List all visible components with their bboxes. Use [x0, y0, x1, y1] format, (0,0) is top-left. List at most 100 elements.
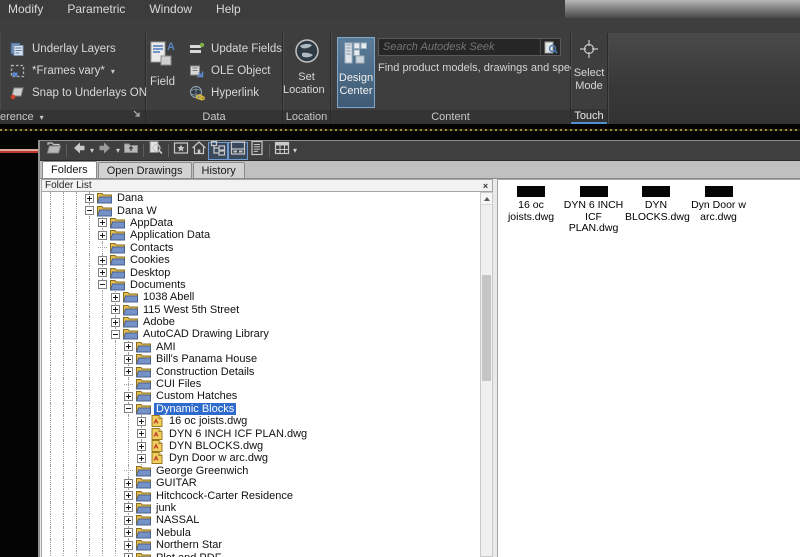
tree-item[interactable]: Documents — [42, 278, 480, 292]
expand-icon[interactable] — [111, 305, 120, 315]
ole-object-button[interactable]: OLE Object — [179, 60, 282, 82]
chevron-down-icon[interactable]: ▾ — [114, 146, 122, 155]
content-item[interactable]: DYN 6 INCH ICF PLAN.dwg — [563, 186, 625, 235]
expand-icon[interactable] — [124, 478, 133, 488]
content-item[interactable]: 16 oc joists.dwg — [500, 186, 562, 223]
tree-item[interactable]: Nebula — [42, 526, 480, 539]
expand-icon[interactable] — [137, 453, 146, 463]
menu-item-parametric[interactable]: Parametric — [67, 2, 139, 16]
tree-item[interactable]: Dynamic Blocks — [42, 402, 480, 416]
tree-item[interactable]: Construction Details — [42, 365, 480, 378]
expand-icon[interactable] — [98, 268, 107, 278]
chevron-down-icon[interactable]: ▾ — [88, 146, 96, 155]
favorites-button[interactable] — [172, 142, 190, 160]
panel-reference-label[interactable]: erence ▾ — [0, 110, 145, 124]
expand-icon[interactable] — [124, 503, 133, 513]
underlay-layers-button[interactable]: Underlay Layers — [0, 38, 145, 60]
tree-item[interactable]: DYN BLOCKS.dwg — [42, 439, 480, 453]
expand-icon[interactable] — [124, 553, 133, 557]
tree-item[interactable]: Northern Star — [42, 538, 480, 552]
frames-vary-button[interactable]: *Frames vary* ▾ — [0, 60, 145, 82]
tree-item[interactable]: Adobe — [42, 315, 480, 329]
expand-icon[interactable] — [98, 255, 107, 265]
tree-item[interactable]: Application Data — [42, 229, 480, 242]
menu-item-help[interactable]: Help — [216, 2, 255, 16]
expand-icon[interactable] — [124, 342, 133, 352]
tree-item[interactable]: CUI Files — [42, 377, 480, 391]
expand-icon[interactable] — [137, 416, 146, 426]
expand-icon[interactable] — [111, 292, 120, 302]
tree-item[interactable]: Hitchcock-Carter Residence — [42, 489, 480, 502]
design-center-button[interactable]: Design Center — [337, 37, 375, 108]
description-button[interactable] — [248, 140, 266, 160]
views-button[interactable] — [273, 141, 291, 160]
search-input[interactable] — [379, 41, 540, 53]
menu-item-window[interactable]: Window — [149, 2, 206, 16]
seek-search-button[interactable] — [540, 39, 560, 55]
tree-item[interactable]: Plot and PDF — [42, 551, 480, 557]
load-button[interactable] — [45, 142, 63, 160]
tree-item[interactable]: AutoCAD Drawing Library — [42, 328, 480, 341]
content-item[interactable]: DYN BLOCKS.dwg — [625, 186, 690, 223]
expand-icon[interactable] — [124, 354, 133, 364]
tree-item[interactable]: Bill's Panama House — [42, 353, 480, 366]
tree-item[interactable]: 16 oc joists.dwg — [42, 415, 480, 428]
tree-item[interactable]: Contacts — [42, 241, 480, 254]
tree-item[interactable]: 1038 Abell — [42, 291, 480, 304]
up-button[interactable] — [122, 142, 140, 160]
tree-item[interactable]: NASSAL — [42, 514, 480, 527]
close-icon[interactable]: × — [480, 181, 491, 191]
collapse-icon[interactable] — [85, 206, 94, 216]
tree-item[interactable]: DYN 6 INCH ICF PLAN.dwg — [42, 427, 480, 440]
scrollbar-thumb[interactable] — [482, 275, 491, 381]
search-button[interactable] — [147, 141, 165, 160]
tab-open-drawings[interactable]: Open Drawings — [97, 162, 192, 178]
hyperlink-button[interactable]: Hyperlink — [179, 82, 282, 104]
tree-item[interactable]: Custom Hatches — [42, 390, 480, 403]
expand-icon[interactable] — [98, 218, 107, 228]
tree-scrollbar[interactable] — [480, 192, 493, 557]
back-button[interactable] — [70, 142, 88, 160]
forward-button[interactable] — [96, 142, 114, 160]
tree-item[interactable]: Dyn Door w arc.dwg — [42, 452, 480, 465]
tree-item[interactable]: Desktop — [42, 266, 480, 279]
snap-to-underlays-on-button[interactable]: Snap to Underlays ON▾ — [0, 82, 157, 104]
tree-item[interactable]: AppData — [42, 216, 480, 230]
preview-button[interactable] — [228, 141, 249, 160]
expand-icon[interactable] — [137, 441, 146, 451]
tree-item[interactable]: Cookies — [42, 253, 480, 267]
tree-item[interactable]: 115 West 5th Street — [42, 303, 480, 316]
tree-item[interactable]: George Greenwich — [42, 464, 480, 477]
collapse-icon[interactable] — [124, 404, 133, 414]
expand-icon[interactable] — [124, 491, 133, 501]
select-mode-button[interactable]: Select Mode — [571, 33, 607, 93]
tab-folders[interactable]: Folders — [42, 161, 97, 178]
set-location-button[interactable]: Set Location▾ — [283, 33, 335, 97]
expand-icon[interactable] — [98, 230, 107, 240]
tree-item[interactable]: junk — [42, 501, 480, 515]
expand-icon[interactable] — [124, 391, 133, 401]
collapse-icon[interactable] — [111, 329, 120, 339]
expand-icon[interactable] — [124, 367, 133, 377]
field-button[interactable]: A Field — [146, 38, 179, 104]
expand-icon[interactable] — [124, 540, 133, 550]
scroll-up-icon[interactable] — [481, 193, 492, 205]
content-item[interactable]: Dyn Door w arc.dwg — [688, 186, 750, 223]
menu-item-modify[interactable]: Modify — [8, 2, 57, 16]
expand-icon[interactable] — [124, 528, 133, 538]
tree-view-button[interactable] — [208, 140, 229, 160]
tree-item[interactable]: GUITAR — [42, 476, 480, 490]
tab-history[interactable]: History — [192, 162, 245, 178]
tree-item[interactable]: Dana — [42, 192, 480, 205]
collapse-icon[interactable] — [98, 280, 107, 290]
expand-icon[interactable] — [137, 429, 146, 439]
chevron-down-icon[interactable]: ▾ — [291, 146, 299, 155]
tree-item[interactable]: Dana W — [42, 204, 480, 217]
dialog-launcher-icon[interactable] — [133, 109, 141, 121]
expand-icon[interactable] — [111, 317, 120, 327]
home-button[interactable] — [190, 141, 208, 160]
expand-icon[interactable] — [124, 515, 133, 525]
expand-icon[interactable] — [85, 193, 94, 203]
update-fields-button[interactable]: Update Fields — [179, 38, 282, 60]
tree-item[interactable]: AMI — [42, 340, 480, 354]
